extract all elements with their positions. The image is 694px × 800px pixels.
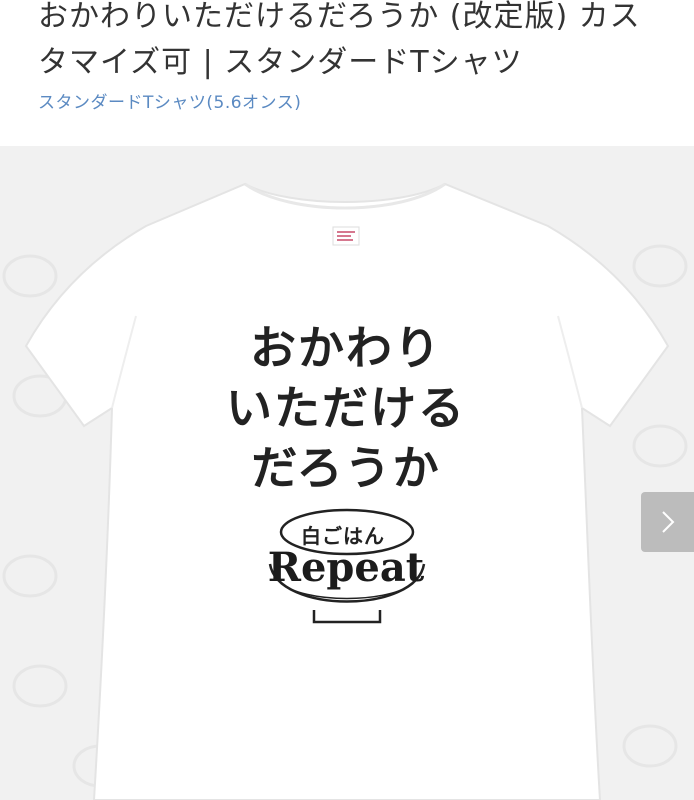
- print-line-3: だろうか: [251, 441, 441, 495]
- print-line-1: おかわり: [250, 321, 442, 375]
- print-line-2: いただける: [226, 381, 466, 435]
- repeat-text: Repeat: [267, 544, 425, 591]
- next-image-button[interactable]: [641, 492, 694, 552]
- product-header: おかわりいただけるだろうか (改定版) カスタマイズ可 | スタンダードTシャツ…: [0, 0, 694, 146]
- chevron-right-icon: [661, 511, 674, 533]
- product-title: おかわりいただけるだろうか (改定版) カスタマイズ可 | スタンダードTシャツ: [38, 0, 641, 80]
- product-image: おかわり いただける だろうか 白ごはん Repeat: [0, 146, 694, 800]
- shirt-tag-icon: [332, 226, 360, 246]
- category-link[interactable]: スタンダードTシャツ(5.6オンス): [38, 88, 301, 113]
- shirt-print-text: おかわり いただける だろうか: [196, 318, 496, 498]
